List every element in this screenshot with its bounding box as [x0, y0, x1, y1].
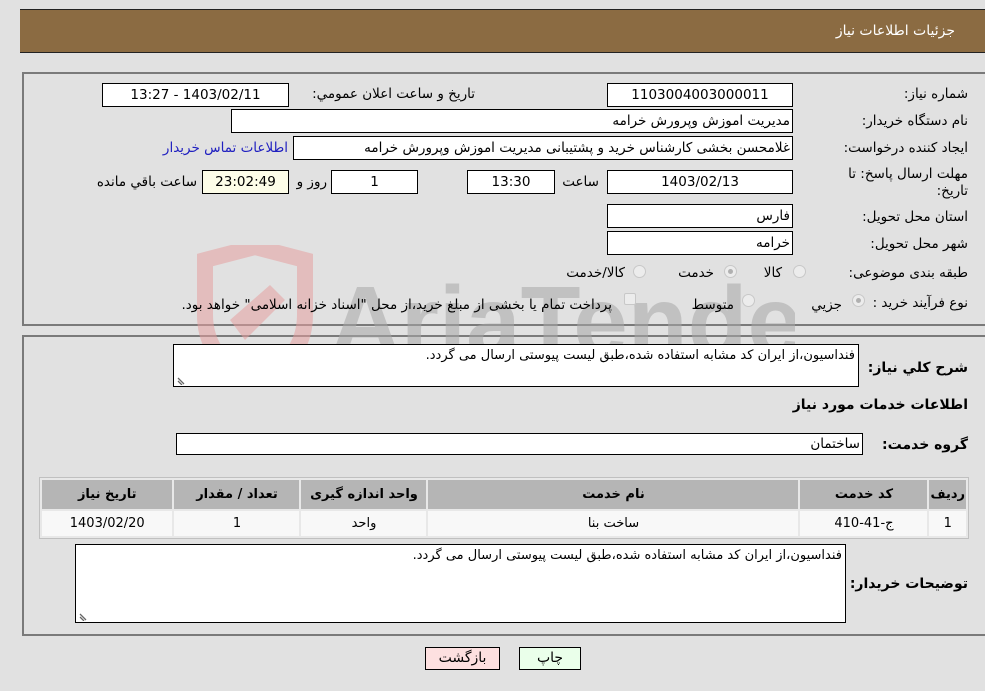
- category-label: طبقه بندی موضوعی:: [848, 265, 968, 281]
- page-title: جزئیات اطلاعات نیاز: [835, 23, 955, 39]
- description-textarea[interactable]: فنداسیون،از ایران کد مشابه استفاده شده،ط…: [173, 344, 859, 387]
- announce-datetime-field: 1403/02/11 - 13:27: [102, 83, 289, 107]
- cell-quantity: 1: [174, 511, 300, 536]
- buyer-contact-link[interactable]: اطلاعات تماس خریدار: [163, 140, 288, 156]
- description-label: شرح كلي نیاز:: [867, 360, 968, 376]
- deadline-time-field: 13:30: [467, 170, 555, 194]
- resize-grip-icon[interactable]: [78, 611, 88, 621]
- buyer-notes-label: توضیحات خریدار:: [849, 576, 968, 592]
- treasury-note: پرداخت تمام یا بخشی از مبلغ خرید،از محل …: [181, 297, 612, 313]
- category-radio-goods-service[interactable]: [633, 265, 646, 278]
- col-header-unit: واحد اندازه گیری: [301, 480, 427, 509]
- province-label: استان محل تحویل:: [862, 209, 968, 225]
- service-group-label: گروه خدمت:: [882, 437, 968, 453]
- category-radio-goods[interactable]: [793, 265, 806, 278]
- services-table: ردیف کد خدمت نام خدمت واحد اندازه گیری ت…: [39, 477, 969, 539]
- city-field: خرامه: [607, 231, 793, 255]
- buyer-notes-textarea[interactable]: فنداسیون،از ایران کد مشابه استفاده شده،ط…: [75, 544, 846, 623]
- description-text: فنداسیون،از ایران کد مشابه استفاده شده،ط…: [425, 348, 855, 363]
- province-field: فارس: [607, 204, 793, 228]
- col-header-service-code: کد خدمت: [800, 480, 928, 509]
- cell-service-code: ج-41-410: [800, 511, 928, 536]
- days-label: روز و: [296, 174, 327, 190]
- deadline-time-label: ساعت: [562, 174, 599, 190]
- back-button[interactable]: بازگشت: [425, 647, 500, 670]
- remaining-time-field: 23:02:49: [202, 170, 289, 194]
- buyer-notes-text: فنداسیون،از ایران کد مشابه استفاده شده،ط…: [412, 548, 842, 563]
- purchase-radio-medium[interactable]: [742, 294, 755, 307]
- col-header-service-name: نام خدمت: [428, 480, 799, 509]
- need-number-label: شماره نیاز:: [903, 86, 968, 102]
- deadline-date-field: 1403/02/13: [607, 170, 793, 194]
- category-option-goods: کالا: [763, 265, 782, 281]
- cell-need-date: 1403/02/20: [42, 511, 173, 536]
- table-row: 1 ج-41-410 ساخت بنا واحد 1 1403/02/20: [42, 511, 966, 536]
- need-number-field: 1103004003000011: [607, 83, 793, 107]
- cell-row-number: 1: [929, 511, 966, 536]
- print-button[interactable]: چاپ: [519, 647, 581, 670]
- announce-datetime-label: تاریخ و ساعت اعلان عمومي:: [312, 86, 475, 102]
- col-header-quantity: تعداد / مقدار: [174, 480, 300, 509]
- category-option-goods-service: کالا/خدمت: [566, 265, 625, 281]
- requester-label: ایجاد کننده درخواست:: [843, 140, 968, 156]
- services-heading: اطلاعات خدمات مورد نیاز: [792, 397, 968, 413]
- purchase-type-label: نوع فرآیند خرید :: [872, 295, 968, 311]
- category-option-service: خدمت: [678, 265, 714, 281]
- category-radio-service[interactable]: [724, 265, 737, 278]
- cell-service-name: ساخت بنا: [428, 511, 799, 536]
- table-header-row: ردیف کد خدمت نام خدمت واحد اندازه گیری ت…: [42, 480, 966, 509]
- cell-unit: واحد: [301, 511, 427, 536]
- col-header-need-date: تاریخ نیاز: [42, 480, 173, 509]
- purchase-option-minor: جزيي: [811, 297, 842, 313]
- col-header-row-number: ردیف: [929, 480, 966, 509]
- buyer-org-field: مدیریت اموزش وپرورش خرامه: [231, 109, 793, 133]
- purchase-option-medium: متوسط: [691, 297, 734, 313]
- requester-field: غلامحسن بخشی کارشناس خرید و پشتیبانی مدی…: [293, 136, 793, 160]
- treasury-checkbox[interactable]: [624, 293, 636, 305]
- service-group-field: ساختمان: [176, 433, 863, 455]
- resize-grip-icon[interactable]: [176, 375, 186, 385]
- page-header: جزئیات اطلاعات نیاز: [20, 9, 985, 53]
- deadline-label: مهلت ارسال پاسخ: تا تاریخ:: [848, 166, 968, 199]
- remaining-time-label: ساعت باقي مانده: [96, 174, 197, 190]
- buyer-org-label: نام دستگاه خریدار:: [861, 113, 968, 129]
- days-field: 1: [331, 170, 418, 194]
- city-label: شهر محل تحویل:: [870, 236, 968, 252]
- purchase-radio-minor[interactable]: [852, 294, 865, 307]
